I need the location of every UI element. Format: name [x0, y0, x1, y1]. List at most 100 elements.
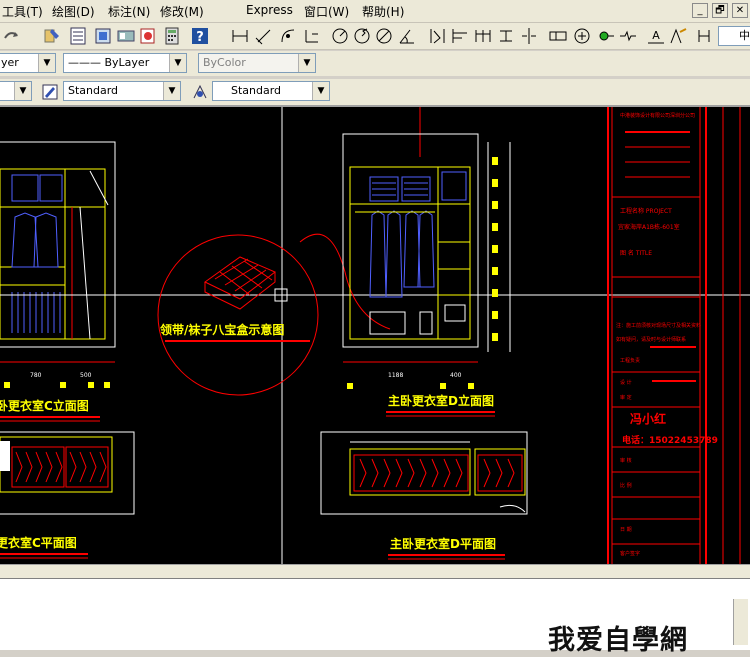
watermark-text: 我爱自學網: [548, 625, 688, 656]
label-c-plan: 更衣室C平面图: [0, 535, 77, 550]
title-scale: 比 例: [620, 482, 632, 489]
standard-toolbar: ? A 中: [0, 23, 750, 50]
label-d-elevation: 主卧更衣室D立面图: [388, 393, 494, 408]
calculator-icon[interactable]: [162, 26, 182, 46]
baseline-dimension-icon[interactable]: [450, 26, 470, 46]
dim-500: 500: [80, 372, 92, 379]
linetype-combo-value: ——— ByLayer: [68, 56, 150, 69]
d-elevation-drawing: 1188 400 主卧更衣室D立面图: [342, 107, 511, 417]
label-tie-box: 领带/袜子八宝盒示意图: [160, 322, 284, 337]
linear-dimension-icon[interactable]: [230, 26, 250, 46]
title-designer-label: 设 计: [620, 379, 632, 386]
dimension-break-icon[interactable]: [519, 26, 539, 46]
horizontal-scrollbar[interactable]: [0, 564, 750, 579]
title-checker: 审 核: [620, 457, 632, 464]
tool-palettes-icon[interactable]: [116, 26, 136, 46]
watermark-logo: 我爱自學網: [548, 618, 688, 657]
label-d-plan: 主卧更衣室D平面图: [390, 536, 496, 551]
title-project-label: 工程名称 PROJECT: [620, 207, 672, 215]
quick-dimension-icon[interactable]: [428, 26, 448, 46]
title-project-name: 宜家海岸A1B栋-601室: [618, 223, 680, 231]
designer-name: 冯小红: [630, 411, 666, 426]
minimize-button[interactable]: _: [692, 3, 708, 18]
menu-window[interactable]: 窗口(W): [304, 3, 349, 20]
help-icon[interactable]: ?: [190, 26, 210, 46]
command-scrollbar[interactable]: [733, 599, 748, 645]
title-note-1: 注：施工前须核对现场尺寸及相关资料: [616, 322, 701, 329]
dimension-style-combo[interactable]: Standard ▼: [212, 81, 330, 101]
design-center-icon[interactable]: [93, 26, 113, 46]
chevron-down-icon[interactable]: ▼: [312, 82, 329, 100]
dimstyle-combo-top[interactable]: 中: [718, 26, 750, 46]
designer-phone: 电话：15022453789: [622, 434, 718, 446]
center-mark-icon[interactable]: [572, 26, 592, 46]
dimension-style-icon[interactable]: [190, 82, 210, 102]
properties-icon[interactable]: [68, 26, 88, 46]
c-elevation-drawing: 780 500 卧更衣室C立面图: [0, 141, 116, 422]
title-client-sign: 客户签字: [620, 550, 640, 557]
dimension-update-icon[interactable]: [694, 26, 714, 46]
menu-modify[interactable]: 修改(M): [160, 3, 204, 20]
aligned-dimension-icon[interactable]: [254, 26, 274, 46]
angular-dimension-icon[interactable]: [397, 26, 417, 46]
styles-toolbar: ▼ Standard ▼ Standard ▼: [0, 79, 750, 107]
menu-help[interactable]: 帮助(H): [362, 3, 404, 20]
linetype-combo[interactable]: ——— ByLayer ▼: [63, 53, 187, 73]
match-properties-icon[interactable]: [42, 26, 62, 46]
sheet-set-icon[interactable]: [138, 26, 158, 46]
lineweight-combo-value: ByColor: [203, 56, 246, 69]
c-plan-drawing: 更衣室C平面图: [0, 431, 135, 559]
menu-bar: 工具(T) 绘图(D) 标注(N) 修改(M) Express 窗口(W) 帮助…: [0, 0, 750, 23]
tie-box-detail: 领带/袜子八宝盒示意图: [157, 233, 391, 396]
drawing-canvas[interactable]: 780 500 卧更衣室C立面图 领带/袜子八宝盒示意图 1188 400 主卧…: [0, 107, 750, 564]
dimension-text-edit-icon[interactable]: [668, 26, 688, 46]
lineweight-combo[interactable]: ByColor ▼: [198, 53, 316, 73]
chevron-down-icon[interactable]: ▼: [38, 54, 55, 72]
title-manager: 工程负责: [620, 357, 640, 364]
menu-draw[interactable]: 绘图(D): [52, 3, 95, 20]
menu-express[interactable]: Express: [246, 3, 293, 17]
dimension-style-combo-value: Standard: [231, 84, 282, 97]
chevron-down-icon[interactable]: ▼: [163, 82, 180, 100]
radius-dimension-icon[interactable]: [330, 26, 350, 46]
jogged-linear-icon[interactable]: [618, 26, 638, 46]
close-button[interactable]: ✕: [732, 3, 748, 18]
dim-1188: 1188: [388, 372, 403, 379]
title-date: 日 期: [620, 527, 632, 533]
continue-dimension-icon[interactable]: [473, 26, 493, 46]
text-style-icon[interactable]: [40, 82, 60, 102]
text-style-combo-value: Standard: [68, 84, 119, 97]
chevron-down-icon[interactable]: ▼: [298, 54, 315, 72]
layer-combo[interactable]: yer ▼: [0, 53, 56, 73]
menu-dimension[interactable]: 标注(N): [108, 3, 150, 20]
ordinate-dimension-icon[interactable]: [302, 26, 322, 46]
arc-length-icon[interactable]: [278, 26, 298, 46]
title-note-2: 如有疑问，请及时与设计师联系: [616, 336, 686, 343]
title-company: 中港装饰设计有限公司深圳分公司: [620, 112, 695, 119]
title-drawing-label: 图 名 TITLE: [620, 249, 652, 257]
text-style-combo[interactable]: Standard ▼: [63, 81, 181, 101]
title-approver-label: 审 定: [620, 394, 632, 401]
chevron-down-icon[interactable]: ▼: [169, 54, 186, 72]
dim-400: 400: [450, 372, 462, 379]
restore-button[interactable]: 🗗: [712, 3, 728, 18]
properties-toolbar: yer ▼ ——— ByLayer ▼ ByColor ▼: [0, 51, 750, 76]
dimension-space-icon[interactable]: [496, 26, 516, 46]
dimension-edit-icon[interactable]: A: [646, 26, 666, 46]
svg-text:A: A: [652, 29, 660, 42]
dimstyle-combo-top-value: 中: [739, 29, 750, 42]
textstyle-left-combo[interactable]: ▼: [0, 81, 32, 101]
redo-icon[interactable]: [2, 26, 22, 46]
jogged-dimension-icon[interactable]: [352, 26, 372, 46]
layer-combo-value: yer: [1, 56, 19, 69]
inspection-icon[interactable]: [596, 26, 616, 46]
title-block: 中港装饰设计有限公司深圳分公司 工程名称 PROJECT 宜家海岸A1B栋-60…: [607, 107, 741, 564]
svg-text:?: ?: [196, 30, 204, 45]
chevron-down-icon[interactable]: ▼: [14, 82, 31, 100]
menu-tools[interactable]: 工具(T): [2, 3, 43, 20]
tolerance-icon[interactable]: [548, 26, 568, 46]
diameter-dimension-icon[interactable]: [374, 26, 394, 46]
d-plan-drawing: 主卧更衣室D平面图: [320, 431, 528, 560]
label-c-elevation: 卧更衣室C立面图: [0, 398, 89, 413]
dim-780: 780: [30, 372, 42, 379]
